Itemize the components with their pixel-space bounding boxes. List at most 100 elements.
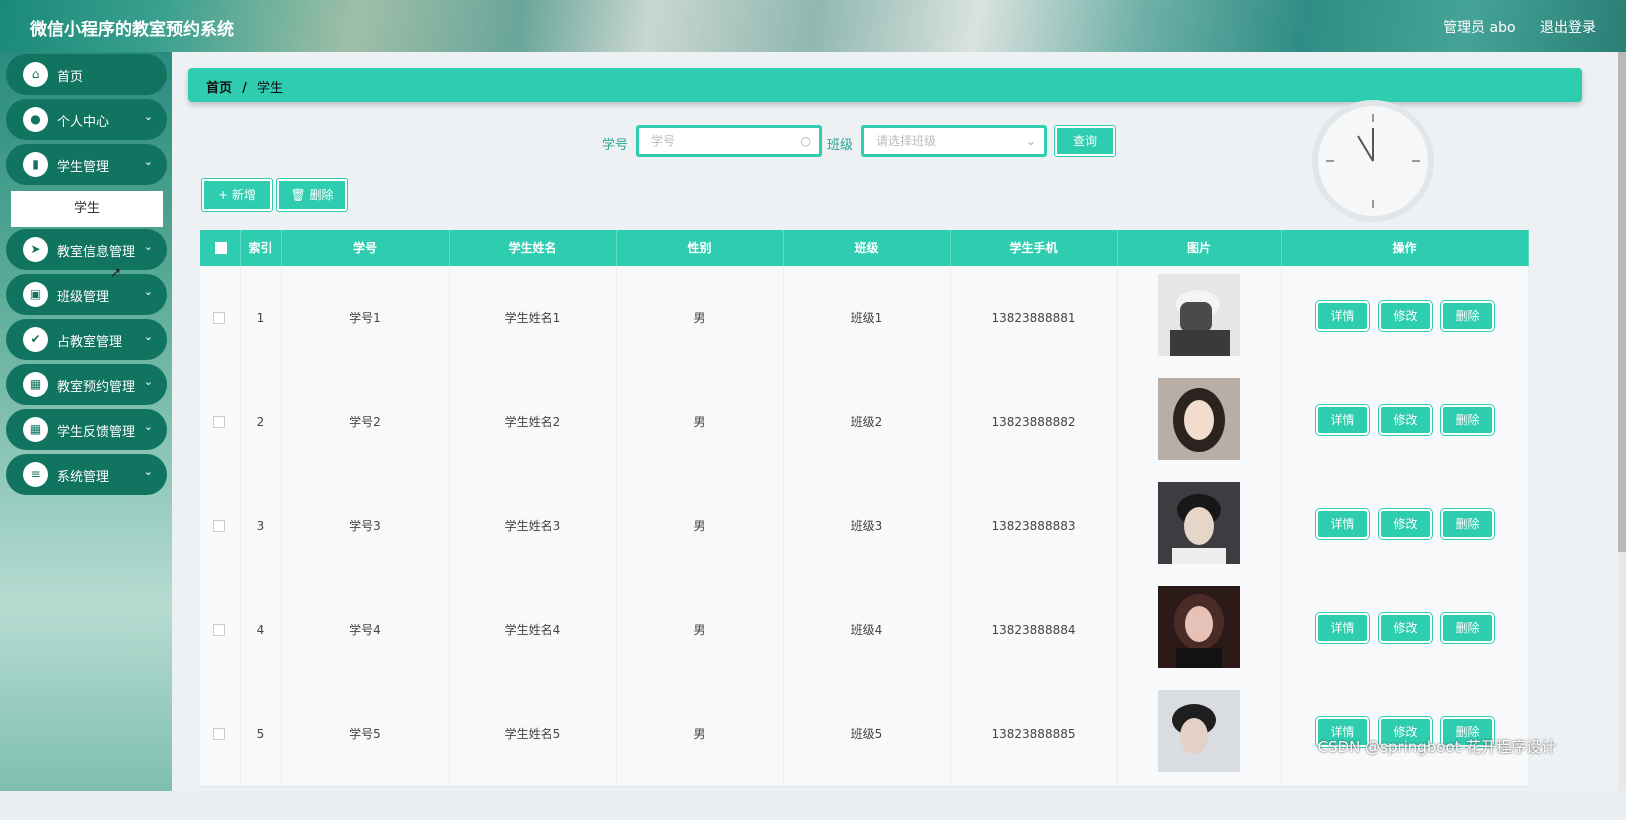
student-id-label: 学号 (602, 138, 629, 153)
sidebar-item-4[interactable]: ▣ 班级管理 ⌄ (6, 274, 167, 315)
detail-button[interactable]: 详情 (1315, 508, 1370, 540)
query-button[interactable]: 查询 (1054, 125, 1116, 157)
column-header-5: 班级 (783, 230, 951, 266)
row-checkbox[interactable] (213, 728, 225, 740)
table-row: 5 学号5 学生姓名5 男班级5 13823888885 详情 修改 删除 (200, 682, 1529, 787)
student-photo (1158, 274, 1240, 356)
cell-name: 学生姓名5 (449, 682, 617, 786)
cell-index: 1 (240, 266, 282, 370)
detail-button[interactable]: 详情 (1315, 612, 1370, 644)
sidebar-item-label: 教室预约管理 (57, 380, 136, 395)
book-icon: ▣ (23, 282, 48, 307)
row-checkbox[interactable] (213, 312, 225, 324)
edit-button[interactable]: 修改 (1378, 612, 1433, 644)
cell-id: 学号1 (281, 266, 450, 370)
sidebar-item-7[interactable]: ▦ 学生反馈管理 ⌄ (6, 409, 167, 450)
sidebar-item-5[interactable]: ✔ 占教室管理 ⌄ (6, 319, 167, 360)
delete-button[interactable]: 删除 (1440, 404, 1495, 436)
table-row: 3 学号3 学生姓名3 男班级3 13823888883 详情 修改 删除 (200, 474, 1529, 579)
cell-phone: 13823888882 (950, 370, 1118, 474)
cell-photo (1117, 266, 1282, 370)
cell-gender: 男 (616, 474, 784, 578)
add-button[interactable]: + 新增 (201, 178, 273, 212)
row-checkbox[interactable] (213, 416, 225, 428)
delete-button[interactable]: 🗑 删除 (276, 178, 348, 212)
student-photo (1158, 482, 1240, 564)
student-photo (1158, 378, 1240, 460)
admin-user[interactable]: 管理员 abo (1443, 20, 1515, 36)
bar-chart-icon: ▮ (23, 152, 48, 177)
cell-photo (1117, 370, 1282, 474)
class-label: 班级 (827, 138, 854, 153)
detail-button[interactable]: 详情 (1315, 300, 1370, 332)
row-select-cell (200, 578, 241, 682)
select-all-checkbox[interactable] (215, 242, 227, 254)
cell-index: 5 (240, 682, 282, 786)
row-select-cell (200, 370, 241, 474)
delete-button[interactable]: 删除 (1440, 508, 1495, 540)
cell-class: 班级4 (783, 578, 951, 682)
chevron-down-icon: ⌄ (143, 240, 153, 253)
main-content: 首页 / 学生 学号 学号 ○ 班级 请选择班级 ⌄ 查询 + 新增 🗑 删除 … (172, 52, 1626, 791)
column-header-3: 学生姓名 (449, 230, 617, 266)
table-row: 1 学号1 学生姓名1 男班级1 13823888881 详情 修改 删除 (200, 266, 1529, 371)
sidebar-item-2[interactable]: ▮ 学生管理 ⌄ (6, 144, 167, 185)
grid-icon: ▦ (23, 372, 48, 397)
cell-name: 学生姓名1 (449, 266, 617, 370)
cell-index: 2 (240, 370, 282, 474)
clipboard-check-icon: ✔ (23, 327, 48, 352)
edit-button[interactable]: 修改 (1378, 404, 1433, 436)
sidebar-item-3[interactable]: ➤ 教室信息管理 ⌄ (6, 229, 167, 270)
clock-decoration (1312, 100, 1434, 222)
logout-link[interactable]: 退出登录 (1540, 20, 1596, 36)
cell-name: 学生姓名4 (449, 578, 617, 682)
clock-icon (1326, 114, 1420, 208)
cell-class: 班级2 (783, 370, 951, 474)
breadcrumb-current: 学生 (257, 81, 284, 96)
delete-button[interactable]: 删除 (1440, 300, 1495, 332)
sidebar-item-6[interactable]: ▦ 教室预约管理 ⌄ (6, 364, 167, 405)
app-title: 微信小程序的教室预约系统 (30, 20, 234, 40)
detail-button[interactable]: 详情 (1315, 404, 1370, 436)
sidebar-item-label: 占教室管理 (57, 335, 123, 350)
edit-button[interactable]: 修改 (1378, 300, 1433, 332)
sidebar-item-label: 班级管理 (57, 290, 110, 305)
delete-button[interactable]: 删除 (1440, 612, 1495, 644)
watermark-text: CSDN @springboot-花开程序设计 (1317, 738, 1556, 756)
cell-actions: 详情 修改 删除 (1281, 682, 1529, 786)
send-icon: ➤ (23, 237, 48, 262)
column-header-0[interactable] (200, 230, 241, 266)
chevron-down-icon: ⌄ (143, 285, 153, 298)
sidebar-item-label: 个人中心 (57, 115, 110, 130)
row-select-cell (200, 682, 241, 786)
cell-id: 学号5 (281, 682, 450, 786)
scrollbar-thumb[interactable] (1618, 52, 1626, 552)
breadcrumb-separator: / (242, 81, 247, 96)
sidebar-item-1[interactable]: ● 个人中心 ⌄ (6, 99, 167, 140)
chevron-down-icon: ⌄ (143, 420, 153, 433)
sidebar-subitem-student[interactable]: 学生 (11, 191, 163, 227)
edit-button[interactable]: 修改 (1378, 508, 1433, 540)
cell-phone: 13823888884 (950, 578, 1118, 682)
student-photo (1158, 690, 1240, 772)
cell-index: 4 (240, 578, 282, 682)
sidebar-item-label: 学生反馈管理 (57, 425, 136, 440)
breadcrumb-home[interactable]: 首页 (206, 81, 232, 96)
column-header-8: 操作 (1281, 230, 1529, 266)
sidebar-item-8[interactable]: ≡ 系统管理 ⌄ (6, 454, 167, 495)
cell-id: 学号4 (281, 578, 450, 682)
row-checkbox[interactable] (213, 520, 225, 532)
class-select[interactable]: 请选择班级 ⌄ (861, 125, 1047, 157)
row-checkbox[interactable] (213, 624, 225, 636)
student-id-input[interactable]: 学号 ○ (636, 125, 822, 157)
column-header-6: 学生手机 (950, 230, 1118, 266)
cell-actions: 详情 修改 删除 (1281, 474, 1529, 578)
cell-name: 学生姓名2 (449, 370, 617, 474)
cell-gender: 男 (616, 682, 784, 786)
search-icon: ○ (800, 134, 811, 148)
user-icon: ● (23, 107, 48, 132)
cell-class: 班级5 (783, 682, 951, 786)
home-icon: ⌂ (23, 62, 48, 87)
column-header-1: 索引 (240, 230, 282, 266)
sidebar-item-0[interactable]: ⌂ 首页 (6, 54, 167, 95)
